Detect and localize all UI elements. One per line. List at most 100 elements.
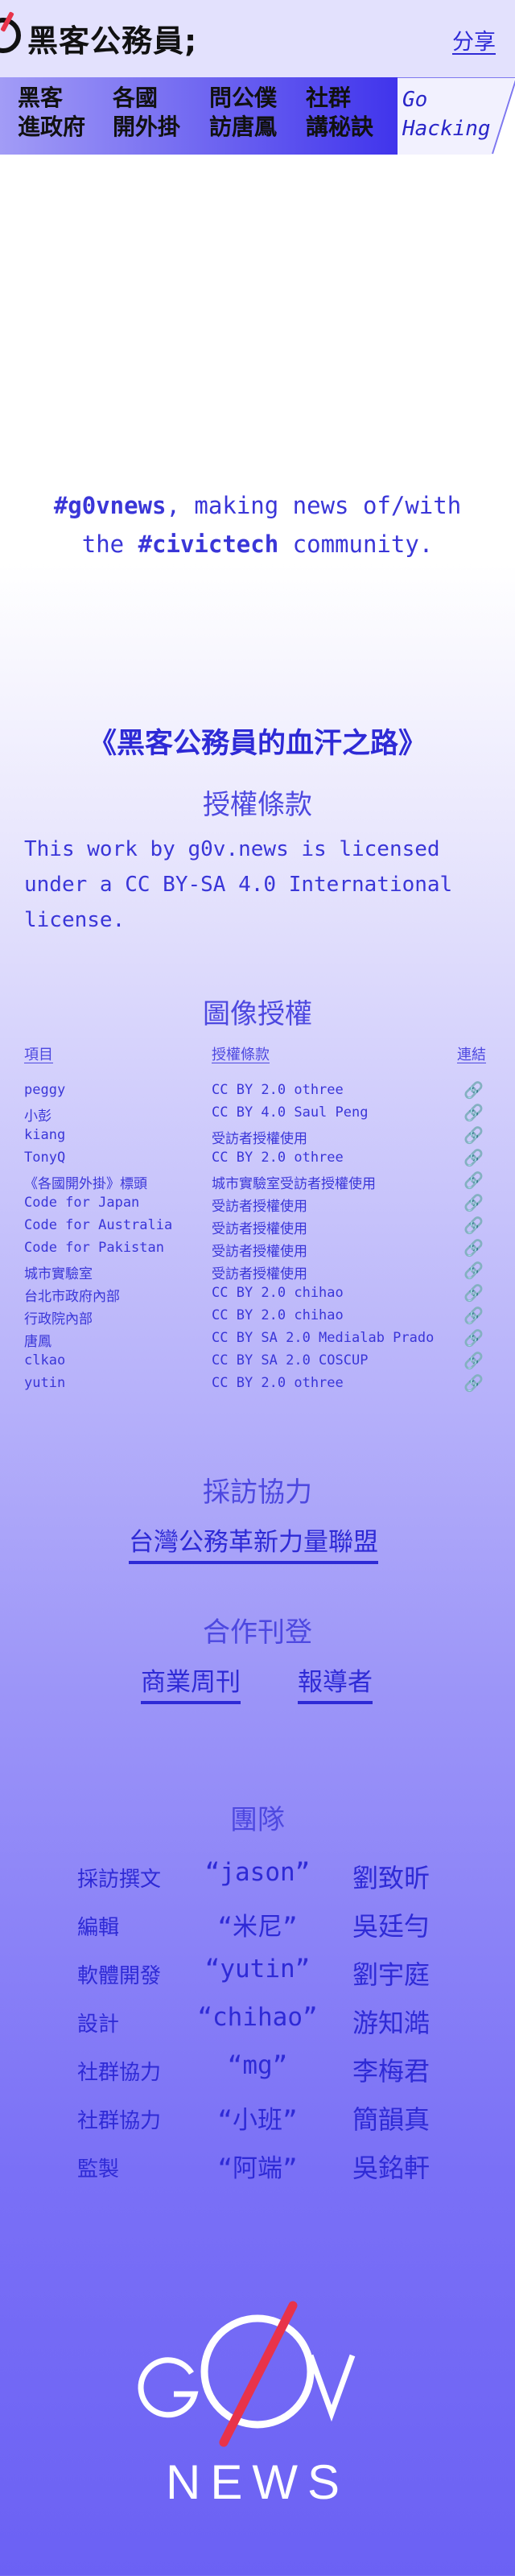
tagline-text: the xyxy=(81,530,138,558)
column-header-license: 授權條款 xyxy=(212,1046,270,1063)
credit-license: 受訪者授權使用 xyxy=(212,1131,307,1147)
team-member-row: 軟體開發 “yutin” 劉宇庭 xyxy=(0,1951,515,1992)
team-real-name: 簡韻真 xyxy=(352,2104,431,2135)
credit-row: 台北市政府內部 CC BY 2.0 chihao 🔗 xyxy=(24,1283,491,1306)
credit-row: Code for Japan 受訪者授權使用 🔗 xyxy=(24,1193,491,1216)
nav-item-line: Go xyxy=(402,88,428,112)
team-real-name: 劉宇庭 xyxy=(352,1959,431,1990)
link-icon[interactable]: 🔗 xyxy=(464,1238,484,1257)
credit-row: peggy CC BY 2.0 othree 🔗 xyxy=(24,1080,491,1103)
book-title: 《黑客公務員的血汗之路》 xyxy=(88,727,426,760)
team-role: 社群協力 xyxy=(77,2109,162,2133)
credit-row: 《各國開外掛》標頭 城市實驗室受訪者授權使用 🔗 xyxy=(24,1170,491,1193)
team-real-name: 李梅君 xyxy=(352,2056,431,2087)
credit-item: yutin xyxy=(24,1375,66,1391)
team-role: 採訪撰文 xyxy=(77,1868,162,1892)
credit-item: 《各國開外掛》標頭 xyxy=(24,1176,147,1192)
credit-license: CC BY 2.0 othree xyxy=(212,1375,344,1391)
link-icon[interactable]: 🔗 xyxy=(464,1306,484,1325)
column-header-link: 連結 xyxy=(457,1046,486,1063)
credit-row: 城市實驗室 受訪者授權使用 🔗 xyxy=(24,1261,491,1283)
credit-item: 台北市政府內部 xyxy=(24,1289,120,1305)
nav-item-line: 開外掛 xyxy=(113,114,181,140)
nav-item-line: 講秘訣 xyxy=(306,114,374,140)
credit-license: CC BY 2.0 chihao xyxy=(212,1307,344,1323)
link-icon[interactable]: 🔗 xyxy=(464,1148,484,1167)
team-nickname: “yutin” xyxy=(204,1955,311,1984)
credit-item: Code for Japan xyxy=(24,1195,140,1211)
credit-row: clkao CC BY SA 2.0 COSCUP 🔗 xyxy=(24,1351,491,1373)
credit-license: CC BY 2.0 chihao xyxy=(212,1285,344,1301)
copublish-heading: 合作刊登 xyxy=(203,1616,312,1649)
nav-item-line: 社群 xyxy=(306,85,352,111)
nav-item-line: 訪唐鳳 xyxy=(209,114,278,140)
nav-item-hackers-in-government[interactable]: 黑客 進政府 xyxy=(18,84,85,142)
copublish-link-business-weekly[interactable]: 商業周刊 xyxy=(141,1662,241,1704)
credit-row: Code for Australia 受訪者授權使用 🔗 xyxy=(24,1216,491,1238)
share-link[interactable]: 分享 xyxy=(452,24,496,56)
link-icon[interactable]: 🔗 xyxy=(464,1170,484,1190)
team-role: 監製 xyxy=(77,2157,120,2182)
copublish-link-reporter[interactable]: 報導者 xyxy=(298,1662,373,1704)
link-icon[interactable]: 🔗 xyxy=(464,1193,484,1212)
credit-item: 城市實驗室 xyxy=(24,1266,93,1282)
logo-letter-v xyxy=(307,2354,356,2422)
credit-item: Code for Australia xyxy=(24,1217,173,1233)
team-real-name: 游知澔 xyxy=(352,2008,431,2038)
nav-item-line: 黑客 xyxy=(18,85,64,111)
nav-item-countries[interactable]: 各國 開外掛 xyxy=(113,84,180,142)
nav-item-line: 各國 xyxy=(113,85,159,111)
nav-item-line: 進政府 xyxy=(18,114,86,140)
image-credits-heading: 圖像授權 xyxy=(203,998,312,1030)
credit-license: 受訪者授權使用 xyxy=(212,1266,307,1282)
team-member-row: 監製 “阿端” 吳銘軒 xyxy=(0,2145,515,2185)
team-role: 社群協力 xyxy=(77,2061,162,2085)
team-role: 軟體開發 xyxy=(77,1964,162,1988)
nav-item-go-hacking[interactable]: Go Hacking xyxy=(402,85,491,143)
team-member-row: 採訪撰文 “jason” 劉致昕 xyxy=(0,1855,515,1895)
site-title[interactable]: 黑客公務員; xyxy=(27,16,197,60)
nav-item-community-tips[interactable]: 社群 講秘訣 xyxy=(306,84,373,142)
tagline-text: community. xyxy=(278,530,434,558)
link-icon[interactable]: 🔗 xyxy=(464,1125,484,1145)
partner-link[interactable]: 台灣公務革新力量聯盟 xyxy=(129,1521,378,1564)
team-member-row: 編輯 “米尼” 吳廷勻 xyxy=(0,1903,515,1943)
credit-item: TonyQ xyxy=(24,1150,66,1166)
link-icon[interactable]: 🔗 xyxy=(464,1216,484,1235)
credit-item: peggy xyxy=(24,1082,66,1098)
tagline: #g0vnews, making news of/with the #civic… xyxy=(0,486,515,564)
nav-item-interview[interactable]: 問公僕 訪唐鳳 xyxy=(209,84,277,142)
credit-item: Code for Pakistan xyxy=(24,1240,164,1256)
hashtag-g0vnews[interactable]: #g0vnews xyxy=(54,492,167,519)
credit-license: 城市實驗室受訪者授權使用 xyxy=(212,1176,376,1192)
link-icon[interactable]: 🔗 xyxy=(464,1261,484,1280)
team-nickname: “chihao” xyxy=(197,2003,318,2032)
link-icon[interactable]: 🔗 xyxy=(464,1373,484,1393)
credit-row: Code for Pakistan 受訪者授權使用 🔗 xyxy=(24,1238,491,1261)
g0v-news-logo[interactable]: NEWS xyxy=(121,2293,394,2518)
credit-item: 唐鳳 xyxy=(24,1334,52,1350)
nav-item-line: Hacking xyxy=(402,117,491,141)
link-icon[interactable]: 🔗 xyxy=(464,1283,484,1302)
credit-license: CC BY 2.0 othree xyxy=(212,1082,344,1098)
team-nickname: “米尼” xyxy=(217,1913,298,1942)
hashtag-civictech[interactable]: #civictech xyxy=(138,530,279,558)
license-text: This work by g0v.news is licensed under … xyxy=(24,837,453,932)
credit-row: TonyQ CC BY 2.0 othree 🔗 xyxy=(24,1148,491,1170)
logo-letter-g xyxy=(138,2357,199,2418)
link-icon[interactable]: 🔗 xyxy=(464,1351,484,1370)
team-nickname: “jason” xyxy=(204,1858,311,1887)
credit-row: 唐鳳 CC BY SA 2.0 Medialab Prado 🔗 xyxy=(24,1328,491,1351)
team-nickname: “阿端” xyxy=(217,2154,298,2183)
credit-row: 行政院內部 CC BY 2.0 chihao 🔗 xyxy=(24,1306,491,1328)
link-icon[interactable]: 🔗 xyxy=(464,1103,484,1122)
credit-license: 受訪者授權使用 xyxy=(212,1199,307,1215)
team-member-row: 社群協力 “小班” 簡韻真 xyxy=(0,2096,515,2136)
credit-item: 行政院內部 xyxy=(24,1311,93,1327)
team-member-row: 社群協力 “mg” 李梅君 xyxy=(0,2048,515,2088)
credit-row: kiang 受訪者授權使用 🔗 xyxy=(24,1125,491,1148)
credit-license: CC BY SA 2.0 Medialab Prado xyxy=(212,1330,435,1346)
link-icon[interactable]: 🔗 xyxy=(464,1080,484,1100)
team-member-row: 設計 “chihao” 游知澔 xyxy=(0,2000,515,2040)
link-icon[interactable]: 🔗 xyxy=(464,1328,484,1348)
